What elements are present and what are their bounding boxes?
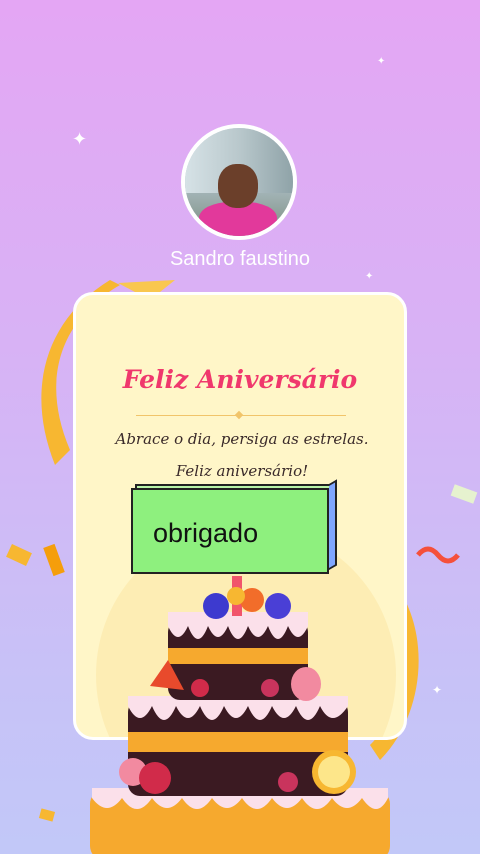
card-message: Abrace o dia, persiga as estrelas. Feliz… bbox=[115, 430, 369, 480]
birthday-cake-icon bbox=[90, 576, 390, 854]
card-title: Feliz Aniversário bbox=[122, 365, 358, 394]
divider bbox=[136, 415, 346, 416]
reply-button-label: obrigado bbox=[153, 518, 259, 548]
